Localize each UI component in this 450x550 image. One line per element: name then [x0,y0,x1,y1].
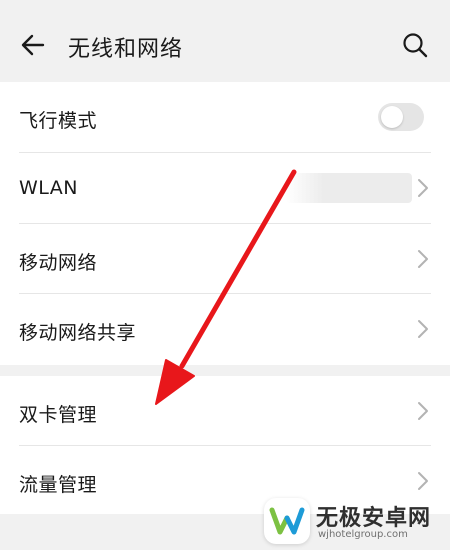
wlan-network-name-obscured [286,173,412,203]
settings-row-label: 流量管理 [19,474,98,496]
status-bar [0,0,450,8]
chevron-right-icon [418,250,428,268]
settings-row-dual-sim[interactable]: 双卡管理 [0,376,450,446]
site-watermark: 无极安卓网 wjhotelgroup.com [262,492,450,550]
settings-screen: 无线和网络 飞行模式 WLAN 移动网络 移动网络共享 双卡管理 流量管理 无极… [0,0,450,550]
airplane-mode-toggle[interactable] [378,103,424,131]
search-button[interactable] [398,28,432,62]
settings-row-tethering[interactable]: 移动网络共享 [0,294,450,365]
chevron-right-icon [418,320,428,338]
back-arrow-icon [21,34,45,56]
app-header: 无线和网络 [0,8,450,82]
settings-group-network: 飞行模式 WLAN 移动网络 移动网络共享 [0,82,450,365]
watermark-logo [264,498,310,544]
settings-row-label: 双卡管理 [19,404,98,426]
watermark-title: 无极安卓网 [316,506,432,531]
w-logo-icon [269,507,305,535]
settings-row-label: 飞行模式 [19,110,98,132]
toggle-knob [381,106,403,128]
settings-row-label: WLAN [19,177,79,199]
chevron-right-icon [418,472,428,490]
settings-row-label: 移动网络共享 [19,322,137,344]
page-title: 无线和网络 [68,37,184,62]
settings-row-label: 移动网络 [19,252,98,274]
chevron-right-icon [418,179,428,197]
chevron-right-icon [418,402,428,420]
settings-row-airplane-mode[interactable]: 飞行模式 [0,82,450,153]
watermark-url: wjhotelgroup.com [318,529,408,540]
search-icon [403,33,428,58]
back-button[interactable] [16,28,50,62]
settings-row-mobile-network[interactable]: 移动网络 [0,224,450,294]
settings-row-wlan[interactable]: WLAN [0,153,450,224]
